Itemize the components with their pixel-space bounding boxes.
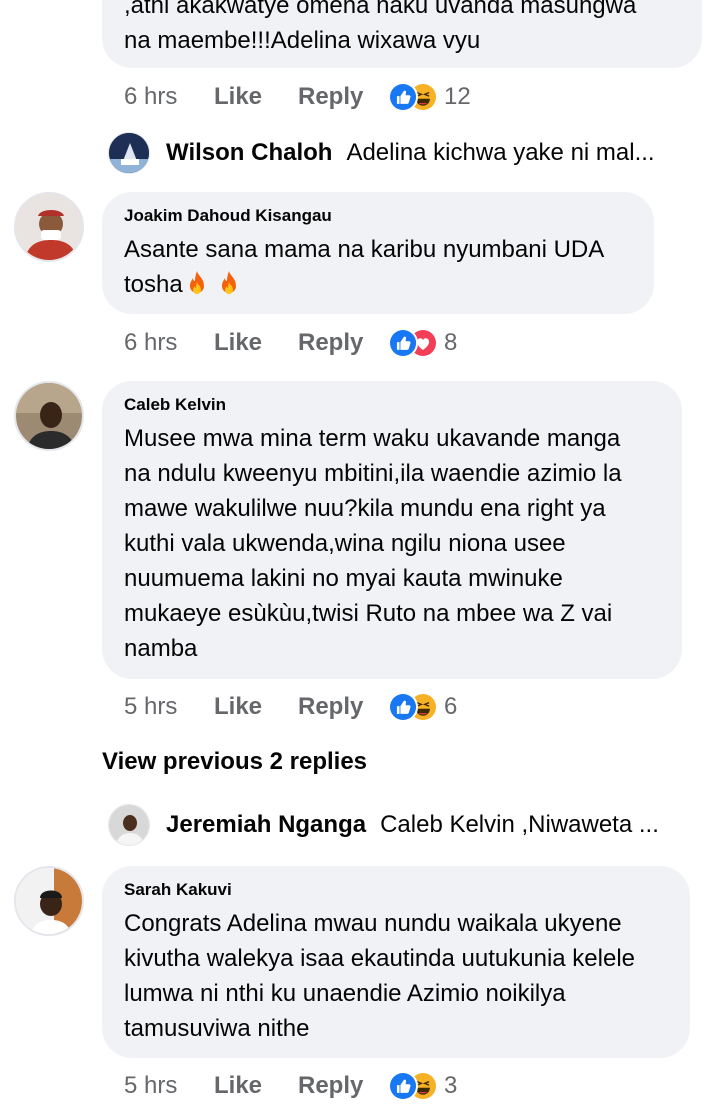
comment-text: ,athi akakwatye omena naku uvanda masung…	[124, 0, 637, 54]
comment-actions: 6 hrs Like Reply 12	[124, 80, 471, 114]
comment-time[interactable]: 6 hrs	[124, 329, 214, 357]
reaction-count: 12	[444, 83, 471, 110]
avatar[interactable]	[14, 381, 84, 451]
fire-icon	[185, 270, 211, 300]
reply-author[interactable]: Wilson Chaloh	[166, 139, 332, 167]
reply-button[interactable]: Reply	[298, 693, 388, 721]
comment-actions: 5 hrs Like Reply 3	[124, 1069, 457, 1103]
like-icon	[388, 328, 418, 358]
fire-icon	[217, 270, 243, 300]
reaction-count: 8	[444, 329, 458, 356]
collapsed-reply[interactable]: Jeremiah Nganga Caleb Kelvin ,Niwaweta .…	[108, 804, 688, 846]
comment-bubble: Caleb Kelvin Musee mwa mina term waku uk…	[102, 381, 682, 679]
reactions-summary[interactable]: 6	[388, 692, 457, 722]
comment-actions: 5 hrs Like Reply 6	[124, 690, 457, 724]
reaction-count: 3	[444, 1072, 458, 1099]
reply-author[interactable]: Jeremiah Nganga	[166, 811, 366, 839]
reply-button[interactable]: Reply	[298, 83, 388, 111]
reactions-summary[interactable]: 3	[388, 1071, 457, 1101]
reaction-count: 6	[444, 693, 458, 720]
comment-author[interactable]: Joakim Dahoud Kisangau	[124, 206, 632, 226]
comment-text: Congrats Adelina mwau nundu waikala ukye…	[124, 910, 635, 1042]
comment-time[interactable]: 5 hrs	[124, 1072, 214, 1100]
reply-button[interactable]: Reply	[298, 329, 388, 357]
avatar[interactable]	[14, 192, 84, 262]
like-icon	[388, 82, 418, 112]
reactions-summary[interactable]: 12	[388, 82, 471, 112]
comment-text: Musee mwa mina term waku ukavande manga …	[124, 425, 622, 662]
comment-bubble: Joakim Dahoud Kisangau Asante sana mama …	[102, 192, 654, 314]
like-button[interactable]: Like	[214, 693, 298, 721]
reply-snippet: Adelina kichwa yake ni mal...	[346, 139, 655, 166]
comment-time[interactable]: 6 hrs	[124, 83, 214, 111]
comment-time[interactable]: 5 hrs	[124, 693, 214, 721]
comment-actions: 6 hrs Like Reply 8	[124, 326, 457, 360]
comment-author[interactable]: Caleb Kelvin	[124, 395, 660, 415]
reply-snippet: Caleb Kelvin ,Niwaweta ...	[380, 811, 659, 838]
avatar[interactable]	[108, 132, 150, 174]
comment-author[interactable]: Sarah Kakuvi	[124, 880, 668, 900]
like-icon	[388, 692, 418, 722]
like-button[interactable]: Like	[214, 1072, 298, 1100]
comment-bubble: Sarah Kakuvi Congrats Adelina mwau nundu…	[102, 866, 690, 1058]
reply-button[interactable]: Reply	[298, 1072, 388, 1100]
like-button[interactable]: Like	[214, 329, 298, 357]
avatar[interactable]	[14, 866, 84, 936]
avatar[interactable]	[108, 804, 150, 846]
like-button[interactable]: Like	[214, 83, 298, 111]
comment-text-wrap: Asante sana mama na karibu nyumbani UDA …	[124, 232, 632, 302]
view-previous-replies-link[interactable]: View previous 2 replies	[102, 748, 367, 776]
comment-bubble: ,athi akakwatye omena naku uvanda masung…	[102, 0, 702, 68]
like-icon	[388, 1071, 418, 1101]
reactions-summary[interactable]: 8	[388, 328, 457, 358]
collapsed-reply[interactable]: Wilson Chaloh Adelina kichwa yake ni mal…	[108, 132, 688, 174]
